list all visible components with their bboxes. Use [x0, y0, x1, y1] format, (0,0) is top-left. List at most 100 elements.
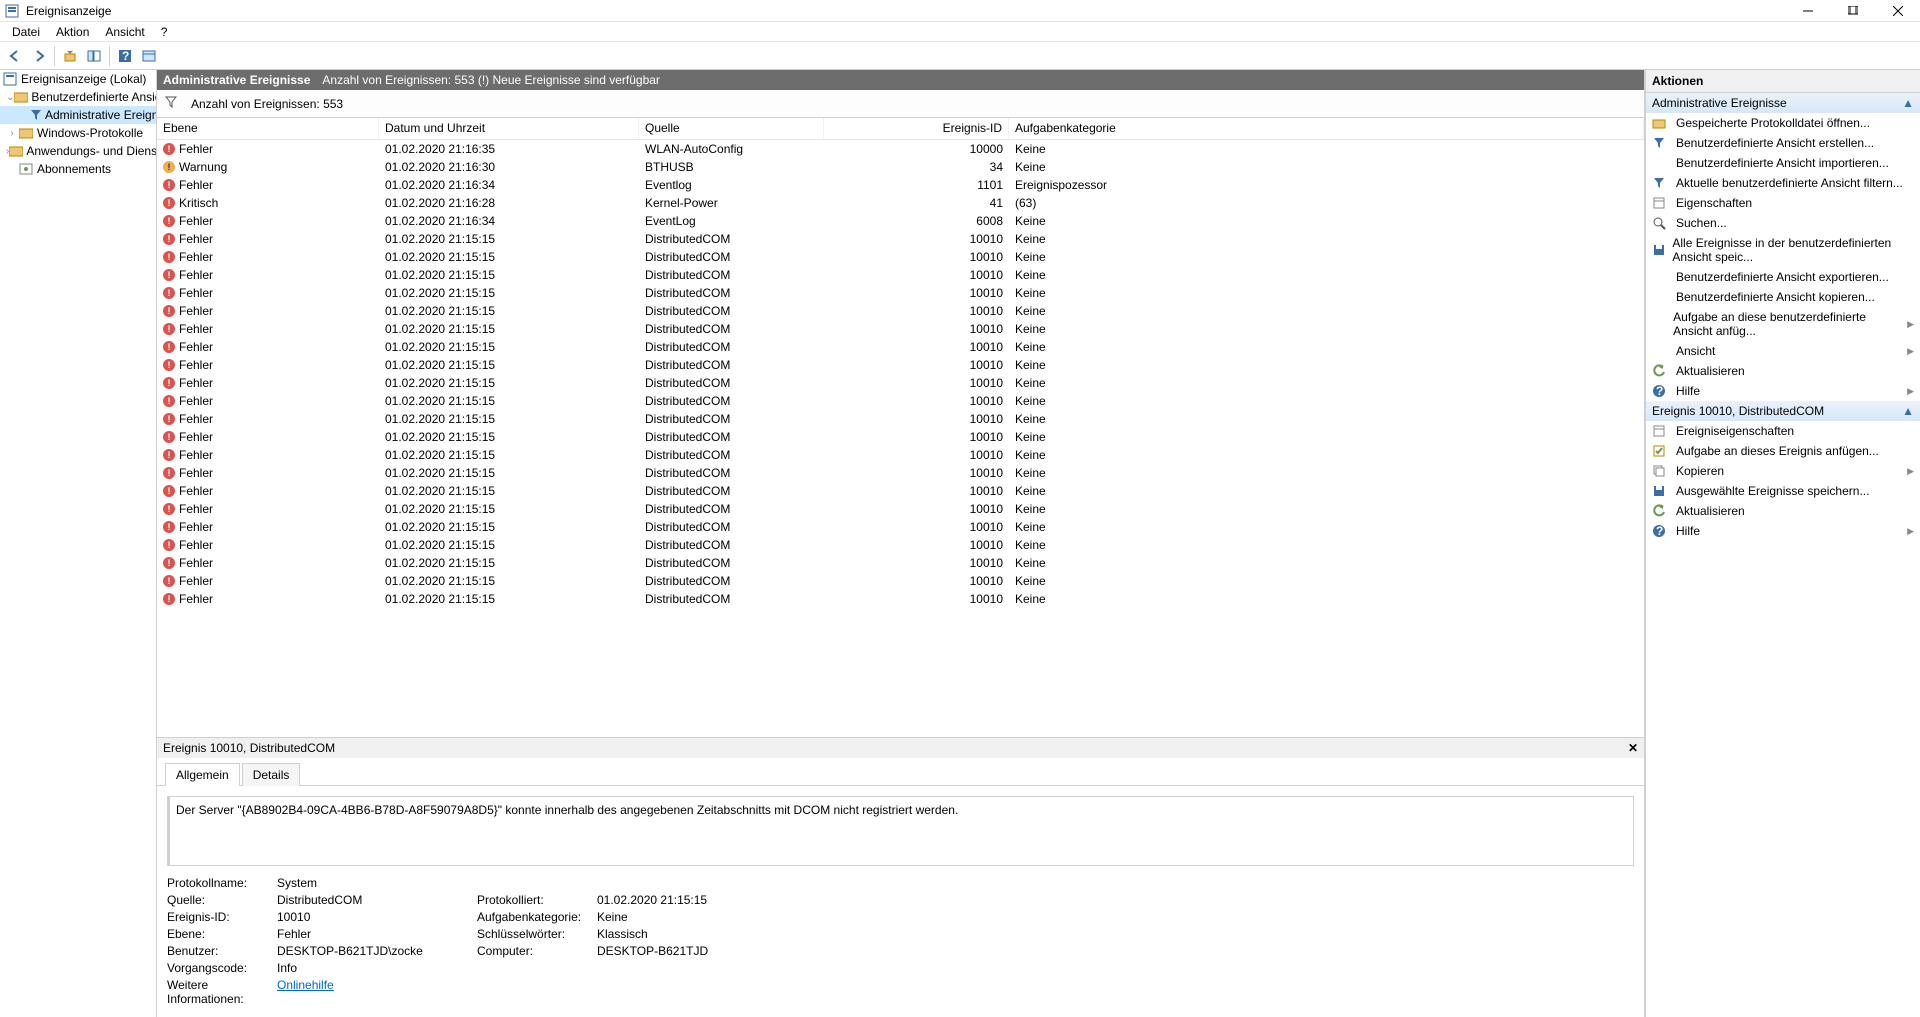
tree-custom-views[interactable]: ⌄ Benutzerdefinierte Ansichten — [0, 88, 156, 106]
table-row[interactable]: !Fehler01.02.2020 21:15:15DistributedCOM… — [157, 374, 1644, 392]
toolbar-separator — [54, 46, 55, 66]
col-source[interactable]: Quelle — [639, 118, 824, 139]
cell-id: 10010 — [824, 358, 1009, 372]
action-item[interactable]: Gespeicherte Protokolldatei öffnen... — [1646, 113, 1920, 133]
menu-help[interactable]: ? — [153, 23, 176, 41]
forward-button[interactable] — [28, 45, 50, 67]
cell-id: 1101 — [824, 178, 1009, 192]
table-row[interactable]: !Fehler01.02.2020 21:15:15DistributedCOM… — [157, 302, 1644, 320]
table-row[interactable]: !Fehler01.02.2020 21:15:15DistributedCOM… — [157, 590, 1644, 608]
table-row[interactable]: !Fehler01.02.2020 21:15:15DistributedCOM… — [157, 410, 1644, 428]
maximize-button[interactable] — [1830, 0, 1875, 22]
action-item[interactable]: ?Hilfe▶ — [1646, 521, 1920, 541]
menu-action[interactable]: Aktion — [48, 23, 97, 41]
col-level[interactable]: Ebene — [157, 118, 379, 139]
error-icon: ! — [163, 359, 175, 371]
action-item[interactable]: Benutzerdefinierte Ansicht kopieren... — [1646, 287, 1920, 307]
tree-label: Abonnements — [37, 162, 111, 176]
table-row[interactable]: !Fehler01.02.2020 21:15:15DistributedCOM… — [157, 338, 1644, 356]
action-item[interactable]: Ausgewählte Ereignisse speichern... — [1646, 481, 1920, 501]
action-item[interactable]: Benutzerdefinierte Ansicht importieren..… — [1646, 153, 1920, 173]
help-button[interactable]: ? — [114, 45, 136, 67]
col-id[interactable]: Ereignis-ID — [824, 118, 1009, 139]
up-button[interactable] — [59, 45, 81, 67]
action-item[interactable]: Aktualisieren — [1646, 501, 1920, 521]
action-item[interactable]: Aufgabe an dieses Ereignis anfügen... — [1646, 441, 1920, 461]
table-row[interactable]: !Fehler01.02.2020 21:15:15DistributedCOM… — [157, 464, 1644, 482]
lbl-taskcat: Aufgabenkategorie: — [477, 910, 597, 924]
action-item[interactable]: Aufgabe an diese benutzerdefinierte Ansi… — [1646, 307, 1920, 341]
table-row[interactable]: !Fehler01.02.2020 21:15:15DistributedCOM… — [157, 518, 1644, 536]
show-hide-tree-button[interactable] — [83, 45, 105, 67]
cell-date: 01.02.2020 21:15:15 — [379, 340, 639, 354]
cell-id: 10010 — [824, 304, 1009, 318]
collapse-icon[interactable]: ⌄ — [6, 92, 14, 103]
table-row[interactable]: !Fehler01.02.2020 21:15:15DistributedCOM… — [157, 446, 1644, 464]
action-item[interactable]: Aktuelle benutzerdefinierte Ansicht filt… — [1646, 173, 1920, 193]
action-item[interactable]: Alle Ereignisse in der benutzerdefiniert… — [1646, 233, 1920, 267]
lbl-opcode: Vorgangscode: — [167, 961, 277, 975]
menu-file[interactable]: Datei — [4, 23, 48, 41]
table-row[interactable]: !Fehler01.02.2020 21:15:15DistributedCOM… — [157, 536, 1644, 554]
action-item[interactable]: Suchen... — [1646, 213, 1920, 233]
properties-button[interactable] — [138, 45, 160, 67]
main-content: Ereignisanzeige (Lokal) ⌄ Benutzerdefini… — [0, 70, 1920, 1017]
action-item[interactable]: Kopieren▶ — [1646, 461, 1920, 481]
tab-general[interactable]: Allgemein — [165, 763, 240, 786]
table-row[interactable]: !Fehler01.02.2020 21:15:15DistributedCOM… — [157, 500, 1644, 518]
tree-app-service[interactable]: › Anwendungs- und Dienstprotokolle — [0, 142, 156, 160]
error-icon: ! — [163, 413, 175, 425]
table-row[interactable]: !Fehler01.02.2020 21:16:34Eventlog1101Er… — [157, 176, 1644, 194]
cell-source: EventLog — [639, 214, 824, 228]
table-row[interactable]: !Fehler01.02.2020 21:15:15DistributedCOM… — [157, 572, 1644, 590]
table-row[interactable]: !Fehler01.02.2020 21:15:15DistributedCOM… — [157, 320, 1644, 338]
table-row[interactable]: !Fehler01.02.2020 21:15:15DistributedCOM… — [157, 266, 1644, 284]
cell-source: DistributedCOM — [639, 376, 824, 390]
cell-id: 10010 — [824, 394, 1009, 408]
tab-details[interactable]: Details — [242, 763, 301, 786]
back-button[interactable] — [4, 45, 26, 67]
table-row[interactable]: !Fehler01.02.2020 21:15:15DistributedCOM… — [157, 482, 1644, 500]
close-detail-button[interactable]: ✕ — [1628, 741, 1638, 755]
tree-admin-events[interactable]: Administrative Ereignisse — [0, 106, 156, 124]
filter-icon — [165, 96, 181, 111]
action-item[interactable]: Aktualisieren — [1646, 361, 1920, 381]
table-row[interactable]: !Fehler01.02.2020 21:16:34EventLog6008Ke… — [157, 212, 1644, 230]
cell-date: 01.02.2020 21:15:15 — [379, 484, 639, 498]
chevron-right-icon: ▶ — [1907, 386, 1914, 397]
minimize-button[interactable] — [1785, 0, 1830, 22]
table-row[interactable]: !Kritisch01.02.2020 21:16:28Kernel-Power… — [157, 194, 1644, 212]
cell-level: Fehler — [179, 556, 213, 570]
action-item[interactable]: Ereigniseigenschaften — [1646, 421, 1920, 441]
tree-subscriptions[interactable]: Abonnements — [0, 160, 156, 178]
navigation-tree[interactable]: Ereignisanzeige (Lokal) ⌄ Benutzerdefini… — [0, 70, 157, 1017]
table-row[interactable]: !Warnung01.02.2020 21:16:30BTHUSB34Keine — [157, 158, 1644, 176]
table-row[interactable]: !Fehler01.02.2020 21:15:15DistributedCOM… — [157, 284, 1644, 302]
table-row[interactable]: !Fehler01.02.2020 21:15:15DistributedCOM… — [157, 428, 1644, 446]
online-help-link[interactable]: Onlinehilfe — [277, 978, 334, 992]
table-row[interactable]: !Fehler01.02.2020 21:16:35WLAN-AutoConfi… — [157, 140, 1644, 158]
window-title: Ereignisanzeige — [24, 4, 1785, 18]
action-item[interactable]: Eigenschaften — [1646, 193, 1920, 213]
action-item[interactable]: ?Hilfe▶ — [1646, 381, 1920, 401]
tree-root[interactable]: Ereignisanzeige (Lokal) — [0, 70, 156, 88]
action-item[interactable]: Ansicht▶ — [1646, 341, 1920, 361]
table-row[interactable]: !Fehler01.02.2020 21:15:15DistributedCOM… — [157, 356, 1644, 374]
expand-icon[interactable]: › — [6, 128, 18, 139]
table-row[interactable]: !Fehler01.02.2020 21:15:15DistributedCOM… — [157, 230, 1644, 248]
close-button[interactable] — [1875, 0, 1920, 22]
collapse-icon[interactable]: ▲ — [1902, 404, 1914, 418]
val-computer: DESKTOP-B621TJD — [597, 944, 797, 958]
cell-cat: Keine — [1009, 448, 1644, 462]
table-row[interactable]: !Fehler01.02.2020 21:15:15DistributedCOM… — [157, 392, 1644, 410]
tree-windows-logs[interactable]: › Windows-Protokolle — [0, 124, 156, 142]
action-item[interactable]: Benutzerdefinierte Ansicht erstellen... — [1646, 133, 1920, 153]
col-cat[interactable]: Aufgabenkategorie — [1009, 118, 1644, 139]
menu-view[interactable]: Ansicht — [97, 23, 152, 41]
table-row[interactable]: !Fehler01.02.2020 21:15:15DistributedCOM… — [157, 554, 1644, 572]
action-item[interactable]: Benutzerdefinierte Ansicht exportieren..… — [1646, 267, 1920, 287]
collapse-icon[interactable]: ▲ — [1902, 96, 1914, 110]
grid-body[interactable]: !Fehler01.02.2020 21:16:35WLAN-AutoConfi… — [157, 140, 1644, 737]
col-date[interactable]: Datum und Uhrzeit — [379, 118, 639, 139]
table-row[interactable]: !Fehler01.02.2020 21:15:15DistributedCOM… — [157, 248, 1644, 266]
